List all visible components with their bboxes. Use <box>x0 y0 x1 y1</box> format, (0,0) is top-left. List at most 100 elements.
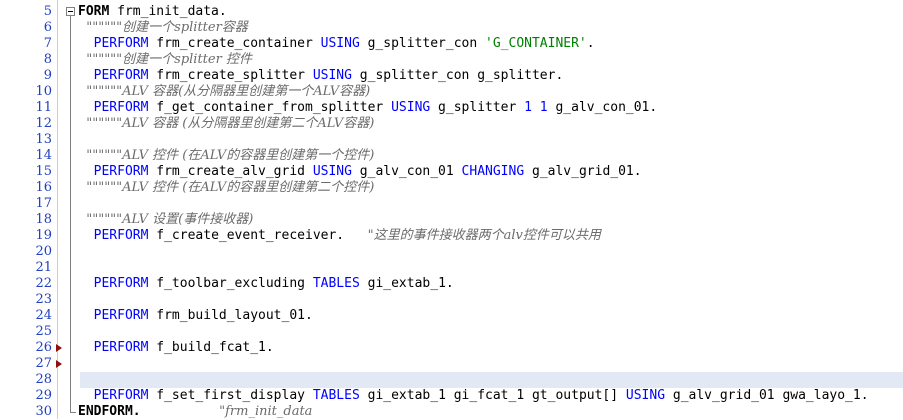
code-line[interactable] <box>78 244 903 260</box>
code-line[interactable]: PERFORM f_build_fcat_1. <box>78 340 903 356</box>
code-line[interactable]: PERFORM f_create_event_receiver. "这里的事件接… <box>78 228 903 244</box>
code-line[interactable]: """"""ALV 设置(事件接收器) <box>78 212 903 228</box>
line-number: 11 <box>35 100 52 115</box>
line-number: 6 <box>43 20 52 35</box>
code-token: PERFORM <box>78 276 149 291</box>
code-token: """"""ALV 控件 (在ALV的容器里创建第二个控件) <box>78 180 375 195</box>
code-line[interactable]: ENDFORM. "frm_init_data <box>78 404 903 420</box>
code-line[interactable] <box>78 292 903 308</box>
code-token: USING <box>312 164 352 179</box>
code-token: . <box>586 36 595 51</box>
code-token: ENDFORM. <box>78 404 141 419</box>
code-token: f_toolbar_excluding <box>148 276 313 291</box>
line-number: 28 <box>35 372 52 387</box>
code-token: FORM <box>78 4 110 19</box>
line-number: 9 <box>43 68 52 83</box>
code-line[interactable]: PERFORM frm_create_splitter USING g_spli… <box>78 68 903 84</box>
line-number: 15 <box>35 164 52 179</box>
code-line[interactable]: FORM frm_init_data. <box>78 4 903 20</box>
code-token: gi_extab_1. <box>359 276 454 291</box>
code-token: USING <box>625 388 666 403</box>
code-line[interactable]: """"""ALV 控件 (在ALV的容器里创建第一个控件) <box>78 148 903 164</box>
line-number: 17 <box>35 196 52 211</box>
code-token: "frm_init_data <box>140 404 313 419</box>
code-token: f_build_fcat_1. <box>148 340 274 355</box>
fold-end-marker <box>70 412 76 413</box>
code-token: g_splitter <box>430 100 525 115</box>
code-token: g_alv_con_01 <box>351 164 462 179</box>
line-number: 29 <box>35 388 52 403</box>
code-token: PERFORM <box>78 388 149 403</box>
breakpoint-marker-icon[interactable] <box>56 344 62 352</box>
line-number: 5 <box>43 4 52 19</box>
code-line[interactable] <box>78 260 903 276</box>
code-token: PERFORM <box>78 36 149 51</box>
code-token: g_splitter_con <box>359 36 486 51</box>
code-line[interactable]: """"""创建一个splitter 控件 <box>78 52 903 68</box>
code-line[interactable]: PERFORM f_toolbar_excluding TABLES gi_ex… <box>78 276 903 292</box>
code-line[interactable]: """"""ALV 容器(从分隔器里创建第一个ALV容器) <box>78 84 903 100</box>
code-token: TABLES <box>312 388 360 403</box>
code-token: frm_create_container <box>148 36 321 51</box>
code-token: gi_extab_1 gi_fcat_1 gt_output[] <box>359 388 626 403</box>
line-number: 13 <box>35 132 52 147</box>
code-token: """"""ALV 控件 (在ALV的容器里创建第一个控件) <box>78 148 375 163</box>
code-token: PERFORM <box>78 308 149 323</box>
code-token: 1 1 <box>524 100 548 115</box>
code-token: g_alv_grid_01 gwa_layo_1. <box>665 388 869 403</box>
code-line[interactable] <box>78 356 903 372</box>
code-line[interactable] <box>78 372 903 388</box>
line-number: 27 <box>35 356 52 371</box>
code-token: f_create_event_receiver. <box>148 228 368 243</box>
code-token: USING <box>320 36 360 51</box>
code-line[interactable] <box>78 196 903 212</box>
code-token: PERFORM <box>78 100 149 115</box>
code-line[interactable]: """"""ALV 容器 (从分隔器里创建第二个ALV容器) <box>78 116 903 132</box>
code-line[interactable]: PERFORM frm_create_alv_grid USING g_alv_… <box>78 164 903 180</box>
code-token: "这里的事件接收器两个alv控件可以共用 <box>367 228 601 243</box>
code-area[interactable]: FORM frm_init_data. """"""创建一个splitter容器… <box>78 0 903 419</box>
line-number: 25 <box>35 324 52 339</box>
code-token: CHANGING <box>461 164 525 179</box>
line-number: 14 <box>35 148 52 163</box>
code-line[interactable]: PERFORM frm_build_layout_01. <box>78 308 903 324</box>
code-line[interactable]: """"""创建一个splitter容器 <box>78 20 903 36</box>
code-token: frm_build_layout_01. <box>148 308 313 323</box>
code-line[interactable]: """"""ALV 控件 (在ALV的容器里创建第二个控件) <box>78 180 903 196</box>
code-line[interactable] <box>78 324 903 340</box>
line-number: 7 <box>43 36 52 51</box>
line-number: 18 <box>35 212 52 227</box>
code-token: PERFORM <box>78 164 149 179</box>
code-token: """"""创建一个splitter容器 <box>78 20 248 35</box>
code-line[interactable]: PERFORM f_set_first_display TABLES gi_ex… <box>78 388 903 404</box>
line-number: 8 <box>43 52 52 67</box>
code-token: g_splitter_con g_splitter. <box>351 68 564 83</box>
code-editor[interactable]: FORM frm_init_data. """"""创建一个splitter容器… <box>0 0 903 419</box>
code-token: """"""创建一个splitter 控件 <box>78 52 252 67</box>
code-token: 'G_CONTAINER' <box>485 36 587 51</box>
code-line[interactable] <box>78 132 903 148</box>
code-token: f_set_first_display <box>148 388 313 403</box>
code-line[interactable]: PERFORM frm_create_container USING g_spl… <box>78 36 903 52</box>
fold-guide-line <box>70 16 71 412</box>
line-number: 12 <box>35 116 52 131</box>
code-token: USING <box>391 100 431 115</box>
line-number: 19 <box>35 228 52 243</box>
code-token: PERFORM <box>78 340 149 355</box>
code-token: PERFORM <box>78 68 149 83</box>
line-number: 16 <box>35 180 52 195</box>
line-number: 23 <box>35 292 52 307</box>
code-token: frm_init_data. <box>109 4 227 19</box>
code-token: USING <box>312 68 352 83</box>
code-token: TABLES <box>312 276 360 291</box>
code-token: frm_create_alv_grid <box>148 164 313 179</box>
code-token: f_get_container_from_splitter <box>148 100 392 115</box>
fold-collapse-icon[interactable] <box>66 7 75 16</box>
code-token: frm_create_splitter <box>148 68 313 83</box>
line-number: 22 <box>35 276 52 291</box>
code-token: PERFORM <box>78 228 149 243</box>
code-line[interactable]: PERFORM f_get_container_from_splitter US… <box>78 100 903 116</box>
code-token: g_alv_grid_01. <box>524 164 642 179</box>
breakpoint-marker-icon[interactable] <box>56 360 62 368</box>
line-number: 30 <box>35 404 52 419</box>
